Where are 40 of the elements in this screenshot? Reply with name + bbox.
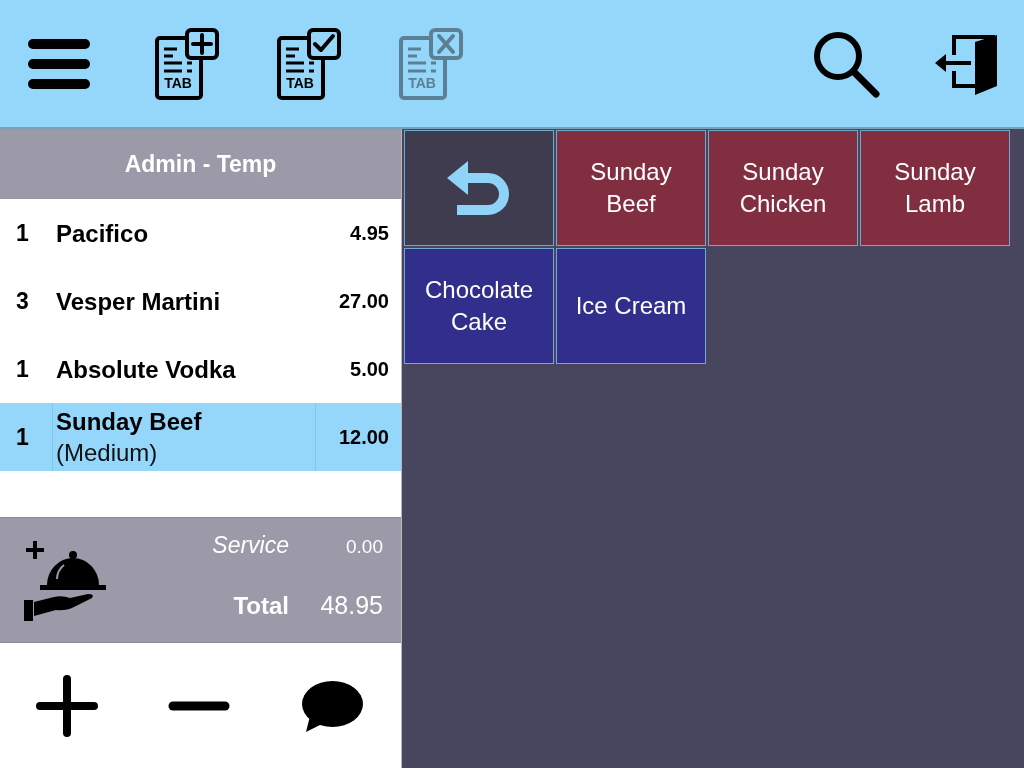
- remove-button[interactable]: [168, 700, 230, 711]
- exit-button[interactable]: [935, 32, 997, 95]
- back-arrow-icon: [447, 161, 511, 215]
- menu-item-tile[interactable]: Sunday Lamb: [860, 130, 1010, 246]
- menu-icon: [28, 38, 90, 89]
- minus-icon: [168, 700, 230, 711]
- item-quantity: 1: [16, 423, 29, 451]
- search-button[interactable]: [812, 29, 880, 98]
- add-button[interactable]: [36, 674, 98, 737]
- menu-item-tile[interactable]: Sunday Beef: [556, 130, 706, 246]
- item-price: 4.95: [350, 221, 389, 245]
- item-quantity: 3: [16, 287, 29, 315]
- menu-item-tile[interactable]: Sunday Chicken: [708, 130, 858, 246]
- service-amount: 0.00: [346, 536, 383, 558]
- exit-door-icon: [935, 32, 997, 95]
- note-button[interactable]: [300, 679, 363, 732]
- menu-item-tile[interactable]: Ice Cream: [556, 248, 706, 364]
- total-label: Total: [233, 592, 289, 620]
- search-icon: [812, 29, 880, 98]
- item-quantity: 1: [16, 355, 29, 383]
- total-amount: 48.95: [320, 591, 383, 620]
- service-label: Service: [212, 532, 289, 559]
- order-title: Admin - Temp: [0, 129, 401, 199]
- item-name: Sunday Beef: [56, 407, 202, 437]
- speech-bubble-icon: [300, 679, 363, 732]
- item-modifier: (Medium): [56, 438, 158, 468]
- item-quantity: 1: [16, 219, 29, 247]
- item-price: 12.00: [338, 425, 389, 449]
- serving-cloche-icon: [24, 539, 108, 621]
- item-name: Vesper Martini: [56, 286, 221, 317]
- menu-button[interactable]: [28, 38, 90, 89]
- item-name: Pacifico: [56, 218, 149, 249]
- menu-item-tile[interactable]: Chocolate Cake: [404, 248, 554, 364]
- add-service-button[interactable]: [24, 539, 108, 621]
- item-price: 27.00: [338, 289, 389, 313]
- item-price: 5.00: [350, 357, 389, 381]
- order-item-row[interactable]: 1 Sunday Beef (Medium) 12.00: [0, 403, 401, 471]
- item-name: Absolute Vodka: [56, 354, 236, 385]
- plus-icon: [36, 674, 98, 737]
- back-button[interactable]: [404, 130, 554, 246]
